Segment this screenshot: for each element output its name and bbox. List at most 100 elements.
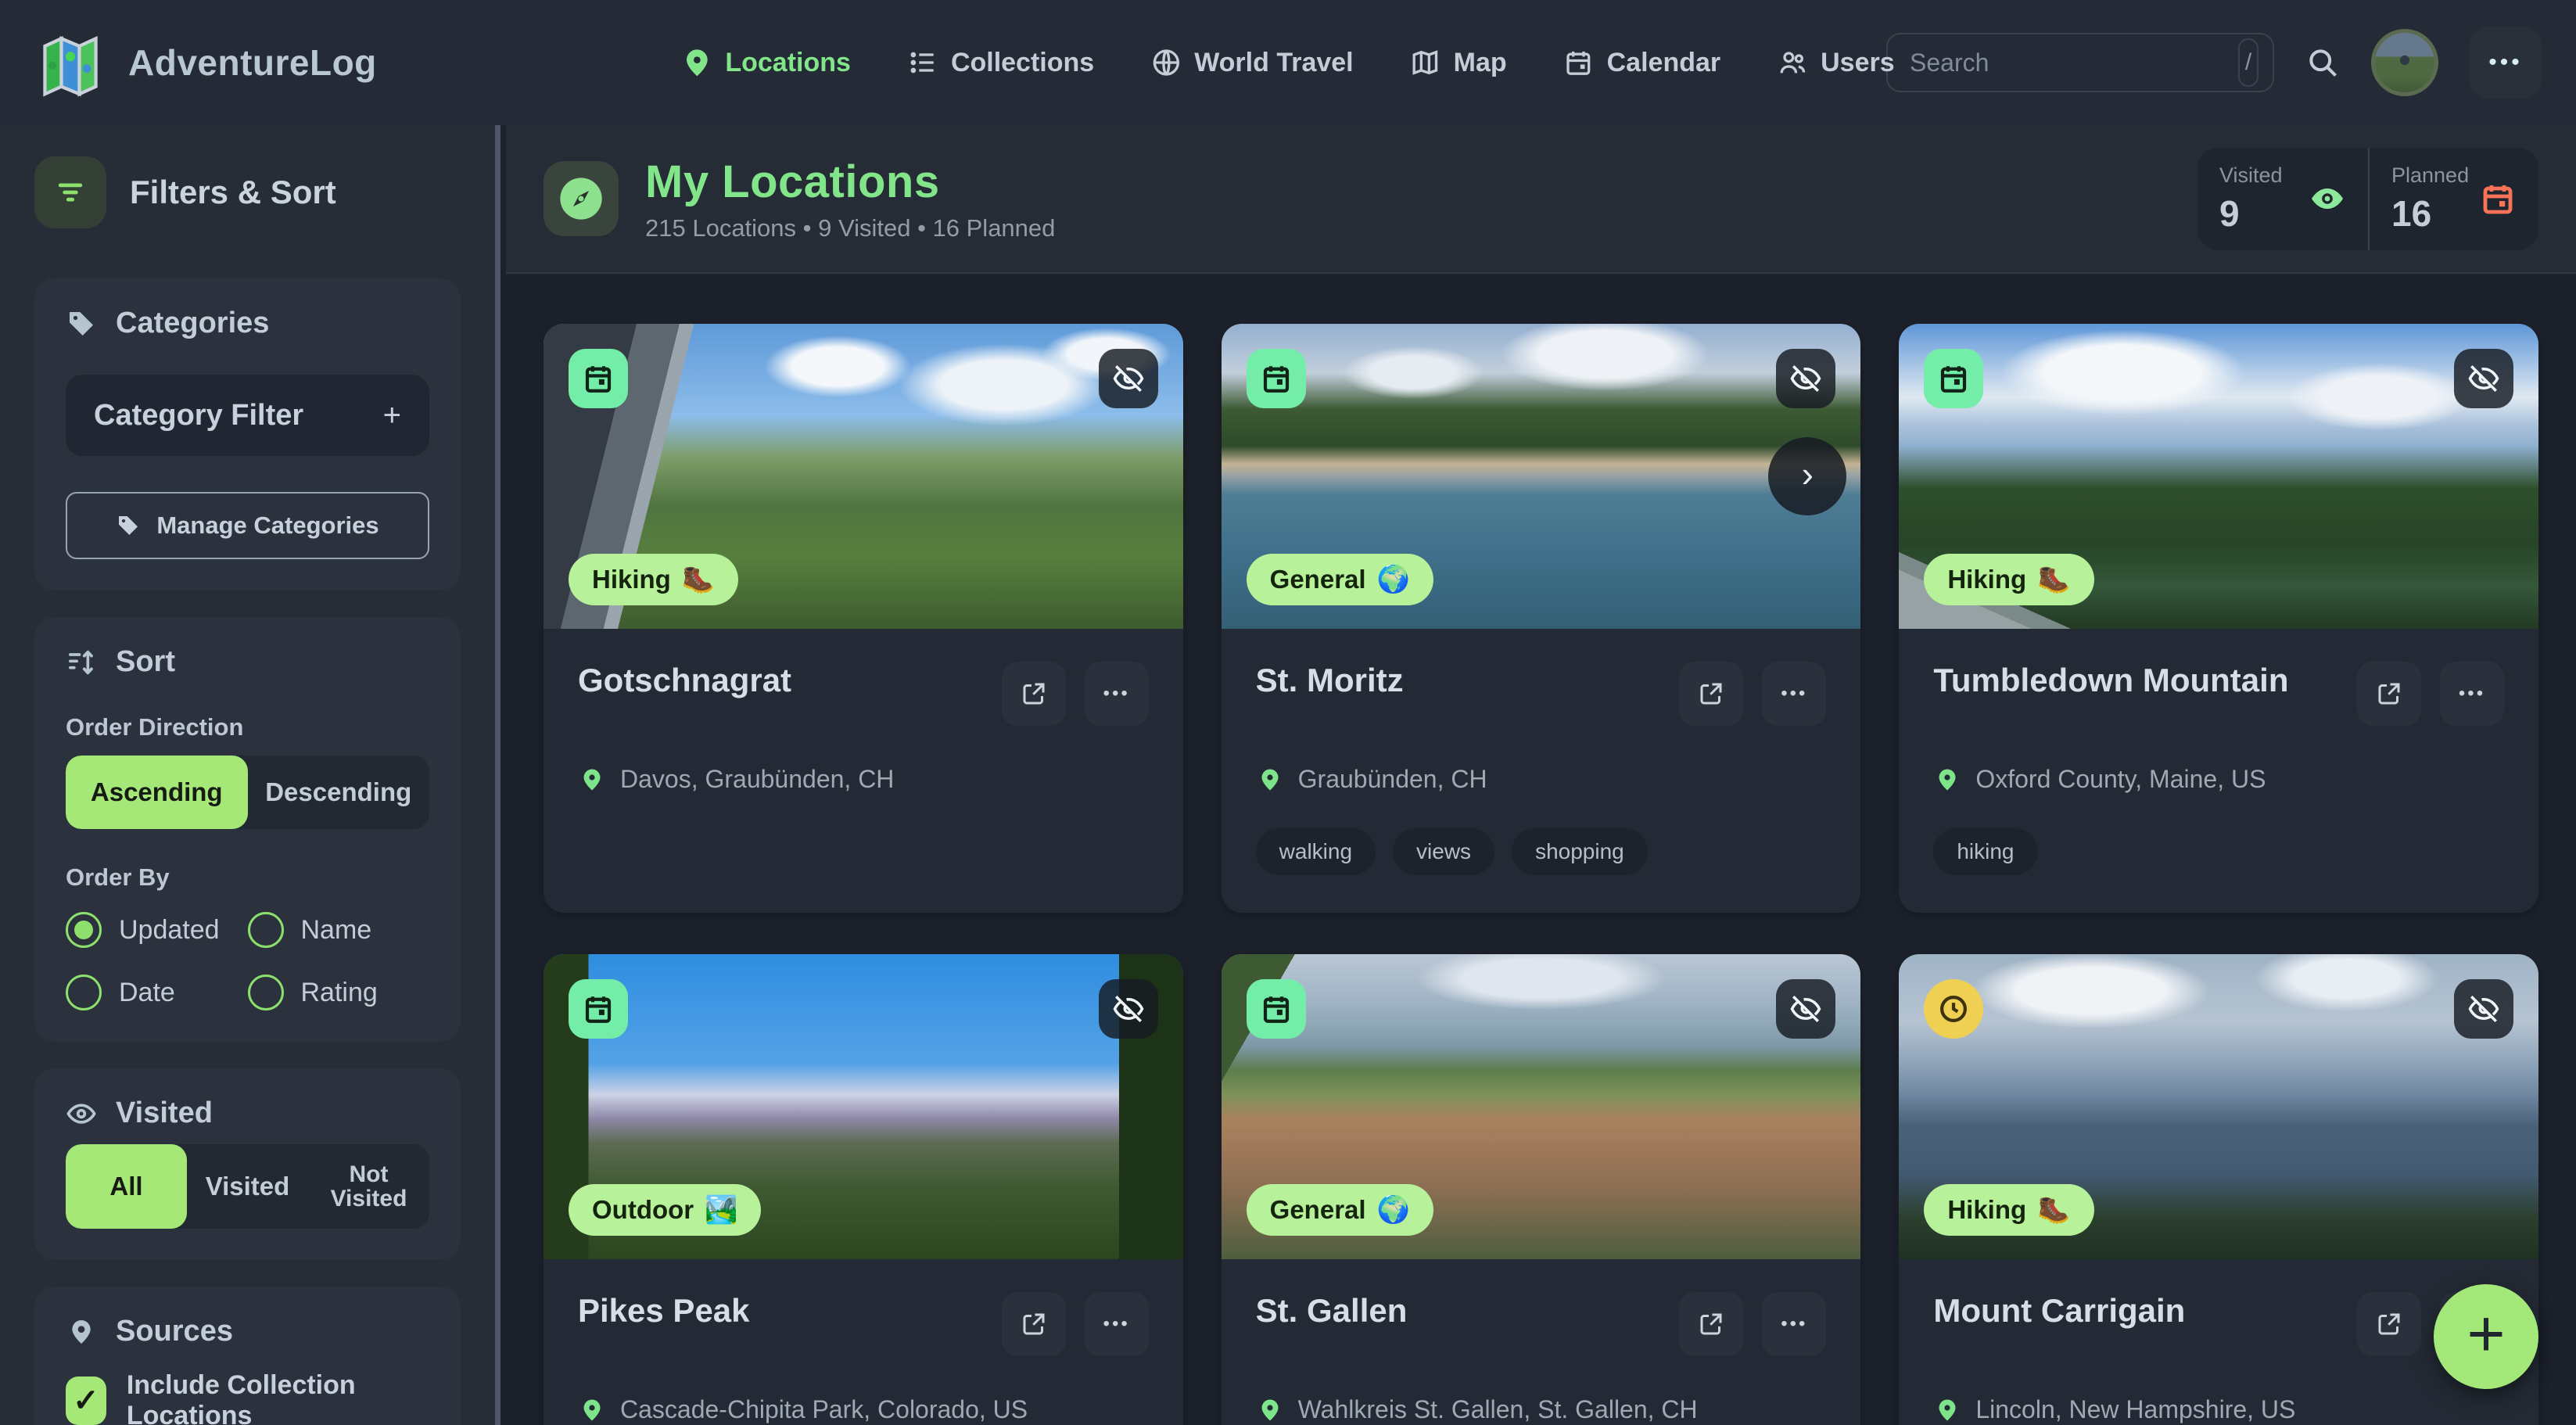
open-location-button[interactable]: [1002, 1292, 1066, 1356]
location-card[interactable]: Outdoor 🏞️ Pikes Peak Cascade-Ch: [544, 954, 1183, 1425]
list-icon: [907, 47, 938, 78]
include-collection-locations-checkbox[interactable]: Include Collection Locations: [66, 1370, 429, 1425]
location-row: Graubünden, CH: [1256, 765, 1827, 794]
card-menu-button[interactable]: [2440, 662, 2504, 726]
order-by-label: Order By: [66, 863, 429, 892]
eye-icon: [66, 1098, 97, 1129]
map-pin-icon: [681, 47, 712, 78]
nav-item-collections[interactable]: Collections: [907, 47, 1094, 78]
sort-header: Sort: [66, 645, 429, 679]
external-link-icon: [2375, 680, 2403, 708]
radio-date[interactable]: Date: [66, 975, 248, 1010]
brand[interactable]: AdventureLog: [34, 27, 377, 99]
page-header-text: My Locations 215 Locations • 9 Visited •…: [645, 156, 1055, 242]
location-card[interactable]: Hiking 🥾 Gotschnagrat Davos, Gra: [544, 324, 1183, 913]
stats-box: Visited 9 Planned 16: [2197, 148, 2538, 250]
card-menu-button[interactable]: [1762, 1292, 1826, 1356]
location-card[interactable]: General 🌍 St. Gallen Wahlkreis S: [1222, 954, 1861, 1425]
open-location-button[interactable]: [1679, 1292, 1743, 1356]
hidden-badge: [1776, 349, 1835, 408]
category-emoji: 🥾: [2037, 1194, 2070, 1226]
location-row: Oxford County, Maine, US: [1933, 765, 2504, 794]
search-shortcut-badge: /: [2238, 38, 2258, 87]
visited-panel: Visited All Visited Not Visited: [34, 1068, 461, 1260]
visited-visited-button[interactable]: Visited: [187, 1144, 308, 1229]
user-avatar[interactable]: [2371, 29, 2438, 96]
tag: views: [1393, 828, 1494, 875]
radio-dot: [66, 975, 102, 1010]
location-title[interactable]: Pikes Peak: [578, 1292, 750, 1330]
location-title[interactable]: Mount Carrigain: [1933, 1292, 2185, 1330]
top-navbar: AdventureLog Locations Collections World…: [0, 0, 2576, 125]
location-photo[interactable]: General 🌍: [1222, 324, 1861, 629]
hidden-badge: [1776, 979, 1835, 1039]
checkbox-checked-icon: [66, 1377, 106, 1425]
map-pin-icon: [1256, 1396, 1284, 1424]
location-card[interactable]: General 🌍 St. Moritz Graubünden,: [1222, 324, 1861, 913]
descending-button[interactable]: Descending: [248, 756, 430, 829]
location-card[interactable]: Hiking 🥾 Tumbledown Mountain Oxf: [1899, 324, 2538, 913]
tag: shopping: [1512, 828, 1648, 875]
card-menu-button[interactable]: [1085, 1292, 1149, 1356]
card-menu-button[interactable]: [1085, 662, 1149, 726]
location-photo[interactable]: Hiking 🥾: [1899, 324, 2538, 629]
next-image-button[interactable]: [1768, 437, 1846, 515]
filters-sidebar: Filters & Sort Categories Category Filte…: [0, 125, 500, 1425]
page-title: My Locations: [645, 156, 1055, 208]
visited-toggle: All Visited Not Visited: [66, 1144, 429, 1229]
calendar-icon: [1563, 47, 1595, 78]
add-location-button[interactable]: [2434, 1284, 2538, 1389]
app-title: AdventureLog: [128, 41, 377, 84]
visited-not-visited-button[interactable]: Not Visited: [308, 1144, 429, 1229]
location-title[interactable]: St. Gallen: [1256, 1292, 1408, 1330]
location-photo[interactable]: Hiking 🥾: [1899, 954, 2538, 1259]
eye-off-icon: [1112, 362, 1145, 395]
nav-item-locations[interactable]: Locations: [681, 47, 851, 78]
locations-grid: Hiking 🥾 Gotschnagrat Davos, Gra: [544, 324, 2538, 1425]
calendar-icon: [1260, 362, 1293, 395]
radio-name[interactable]: Name: [248, 912, 430, 948]
tag: walking: [1256, 828, 1376, 875]
nav-item-world-travel[interactable]: World Travel: [1150, 47, 1353, 78]
nav-item-users[interactable]: Users: [1777, 47, 1895, 78]
location-photo[interactable]: Outdoor 🏞️: [544, 954, 1183, 1259]
location-title[interactable]: Gotschnagrat: [578, 662, 791, 699]
radio-rating[interactable]: Rating: [248, 975, 430, 1010]
category-filter-select[interactable]: Category Filter: [66, 375, 429, 456]
manage-categories-button[interactable]: Manage Categories: [66, 492, 429, 559]
open-location-button[interactable]: [2357, 1292, 2421, 1356]
expand-plus-icon: [383, 398, 401, 433]
category-emoji: 🏞️: [705, 1194, 737, 1226]
calendar-icon: [1260, 992, 1293, 1025]
location-photo[interactable]: General 🌍: [1222, 954, 1861, 1259]
open-location-button[interactable]: [1002, 662, 1066, 726]
eye-off-icon: [2467, 992, 2500, 1025]
globe-icon: [1150, 47, 1182, 78]
open-location-button[interactable]: [1679, 662, 1743, 726]
radio-updated[interactable]: Updated: [66, 912, 248, 948]
location-row: Davos, Graubünden, CH: [578, 765, 1149, 794]
search-button[interactable]: [2305, 45, 2340, 80]
location-title[interactable]: St. Moritz: [1256, 662, 1404, 699]
category-pill: General 🌍: [1247, 1184, 1433, 1236]
navbar-right: /: [1886, 27, 2542, 99]
radio-dot: [248, 912, 284, 948]
open-location-button[interactable]: [2357, 662, 2421, 726]
navbar-more-button[interactable]: [2470, 27, 2542, 99]
categories-header: Categories: [66, 307, 429, 340]
search-box[interactable]: /: [1886, 33, 2274, 92]
map-pin-icon: [1256, 766, 1284, 794]
card-menu-button[interactable]: [1762, 662, 1826, 726]
nav-item-map[interactable]: Map: [1410, 47, 1507, 78]
tag: hiking: [1933, 828, 2037, 875]
visited-all-button[interactable]: All: [66, 1144, 187, 1229]
map-pin-icon: [578, 1396, 606, 1424]
filter-icon: [34, 156, 106, 228]
nav-item-calendar[interactable]: Calendar: [1563, 47, 1721, 78]
location-title[interactable]: Tumbledown Mountain: [1933, 662, 2288, 699]
search-input[interactable]: [1910, 48, 2238, 77]
external-link-icon: [1697, 680, 1725, 708]
location-photo[interactable]: Hiking 🥾: [544, 324, 1183, 629]
ascending-button[interactable]: Ascending: [66, 756, 248, 829]
planned-badge: [1924, 979, 1983, 1039]
